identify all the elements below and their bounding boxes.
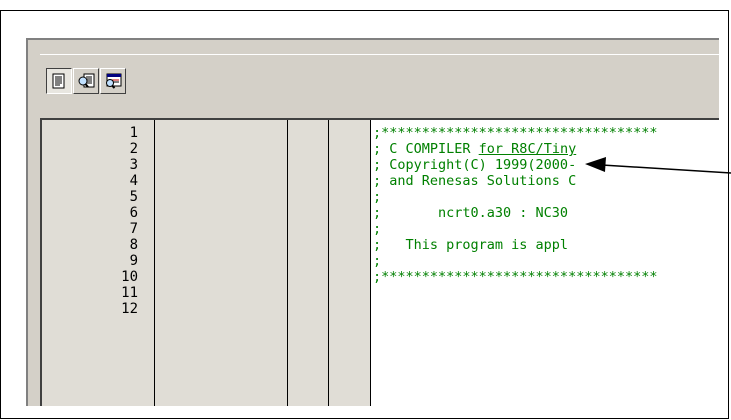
line-number: 2 [129, 141, 138, 157]
source-line[interactable]: ; C COMPILER for R8C/Tiny [373, 141, 576, 157]
line-number: 5 [129, 189, 138, 205]
disassembly-view-button[interactable] [100, 68, 126, 94]
line-number-column: 1 2 3 4 5 6 7 8 9 10 11 12 [42, 120, 155, 406]
line-number: 10 [121, 269, 138, 285]
source-line[interactable]: ; This program is appl [373, 237, 568, 253]
line-number: 3 [129, 157, 138, 173]
line-number: 7 [129, 221, 138, 237]
line-number: 6 [129, 205, 138, 221]
source-view-button[interactable] [46, 68, 72, 94]
source-line[interactable]: ; Copyright(C) 1999(2000- [373, 157, 576, 173]
source-line[interactable]: ; [373, 253, 381, 269]
breakpoint-column[interactable] [288, 120, 329, 406]
mixed-view-icon [78, 73, 95, 88]
address-column [155, 120, 288, 406]
line-number: 12 [121, 301, 138, 317]
event-column[interactable] [329, 120, 371, 406]
source-line[interactable]: ; [373, 221, 381, 237]
editor-toolbar [40, 54, 719, 122]
line-number: 11 [121, 285, 138, 301]
source-view-icon [52, 73, 65, 89]
source-line[interactable]: ; ncrt0.a30 : NC30 [373, 205, 568, 221]
source-editor[interactable]: 1 2 3 4 5 6 7 8 9 10 11 12 ;***********************… [40, 118, 719, 406]
line-number: 4 [129, 173, 138, 189]
disassembly-view-icon [106, 73, 122, 89]
source-text-column[interactable]: ;**********************************; C C… [371, 120, 719, 406]
source-line[interactable]: ; and Renesas Solutions C [373, 173, 576, 189]
line-number: 9 [129, 253, 138, 269]
mixed-view-button[interactable] [73, 68, 99, 94]
line-number: 1 [129, 125, 138, 141]
line-number: 8 [129, 237, 138, 253]
source-line[interactable]: ;********************************** [373, 269, 657, 285]
source-line[interactable]: ; [373, 189, 381, 205]
source-line[interactable]: ;********************************** [373, 125, 657, 141]
